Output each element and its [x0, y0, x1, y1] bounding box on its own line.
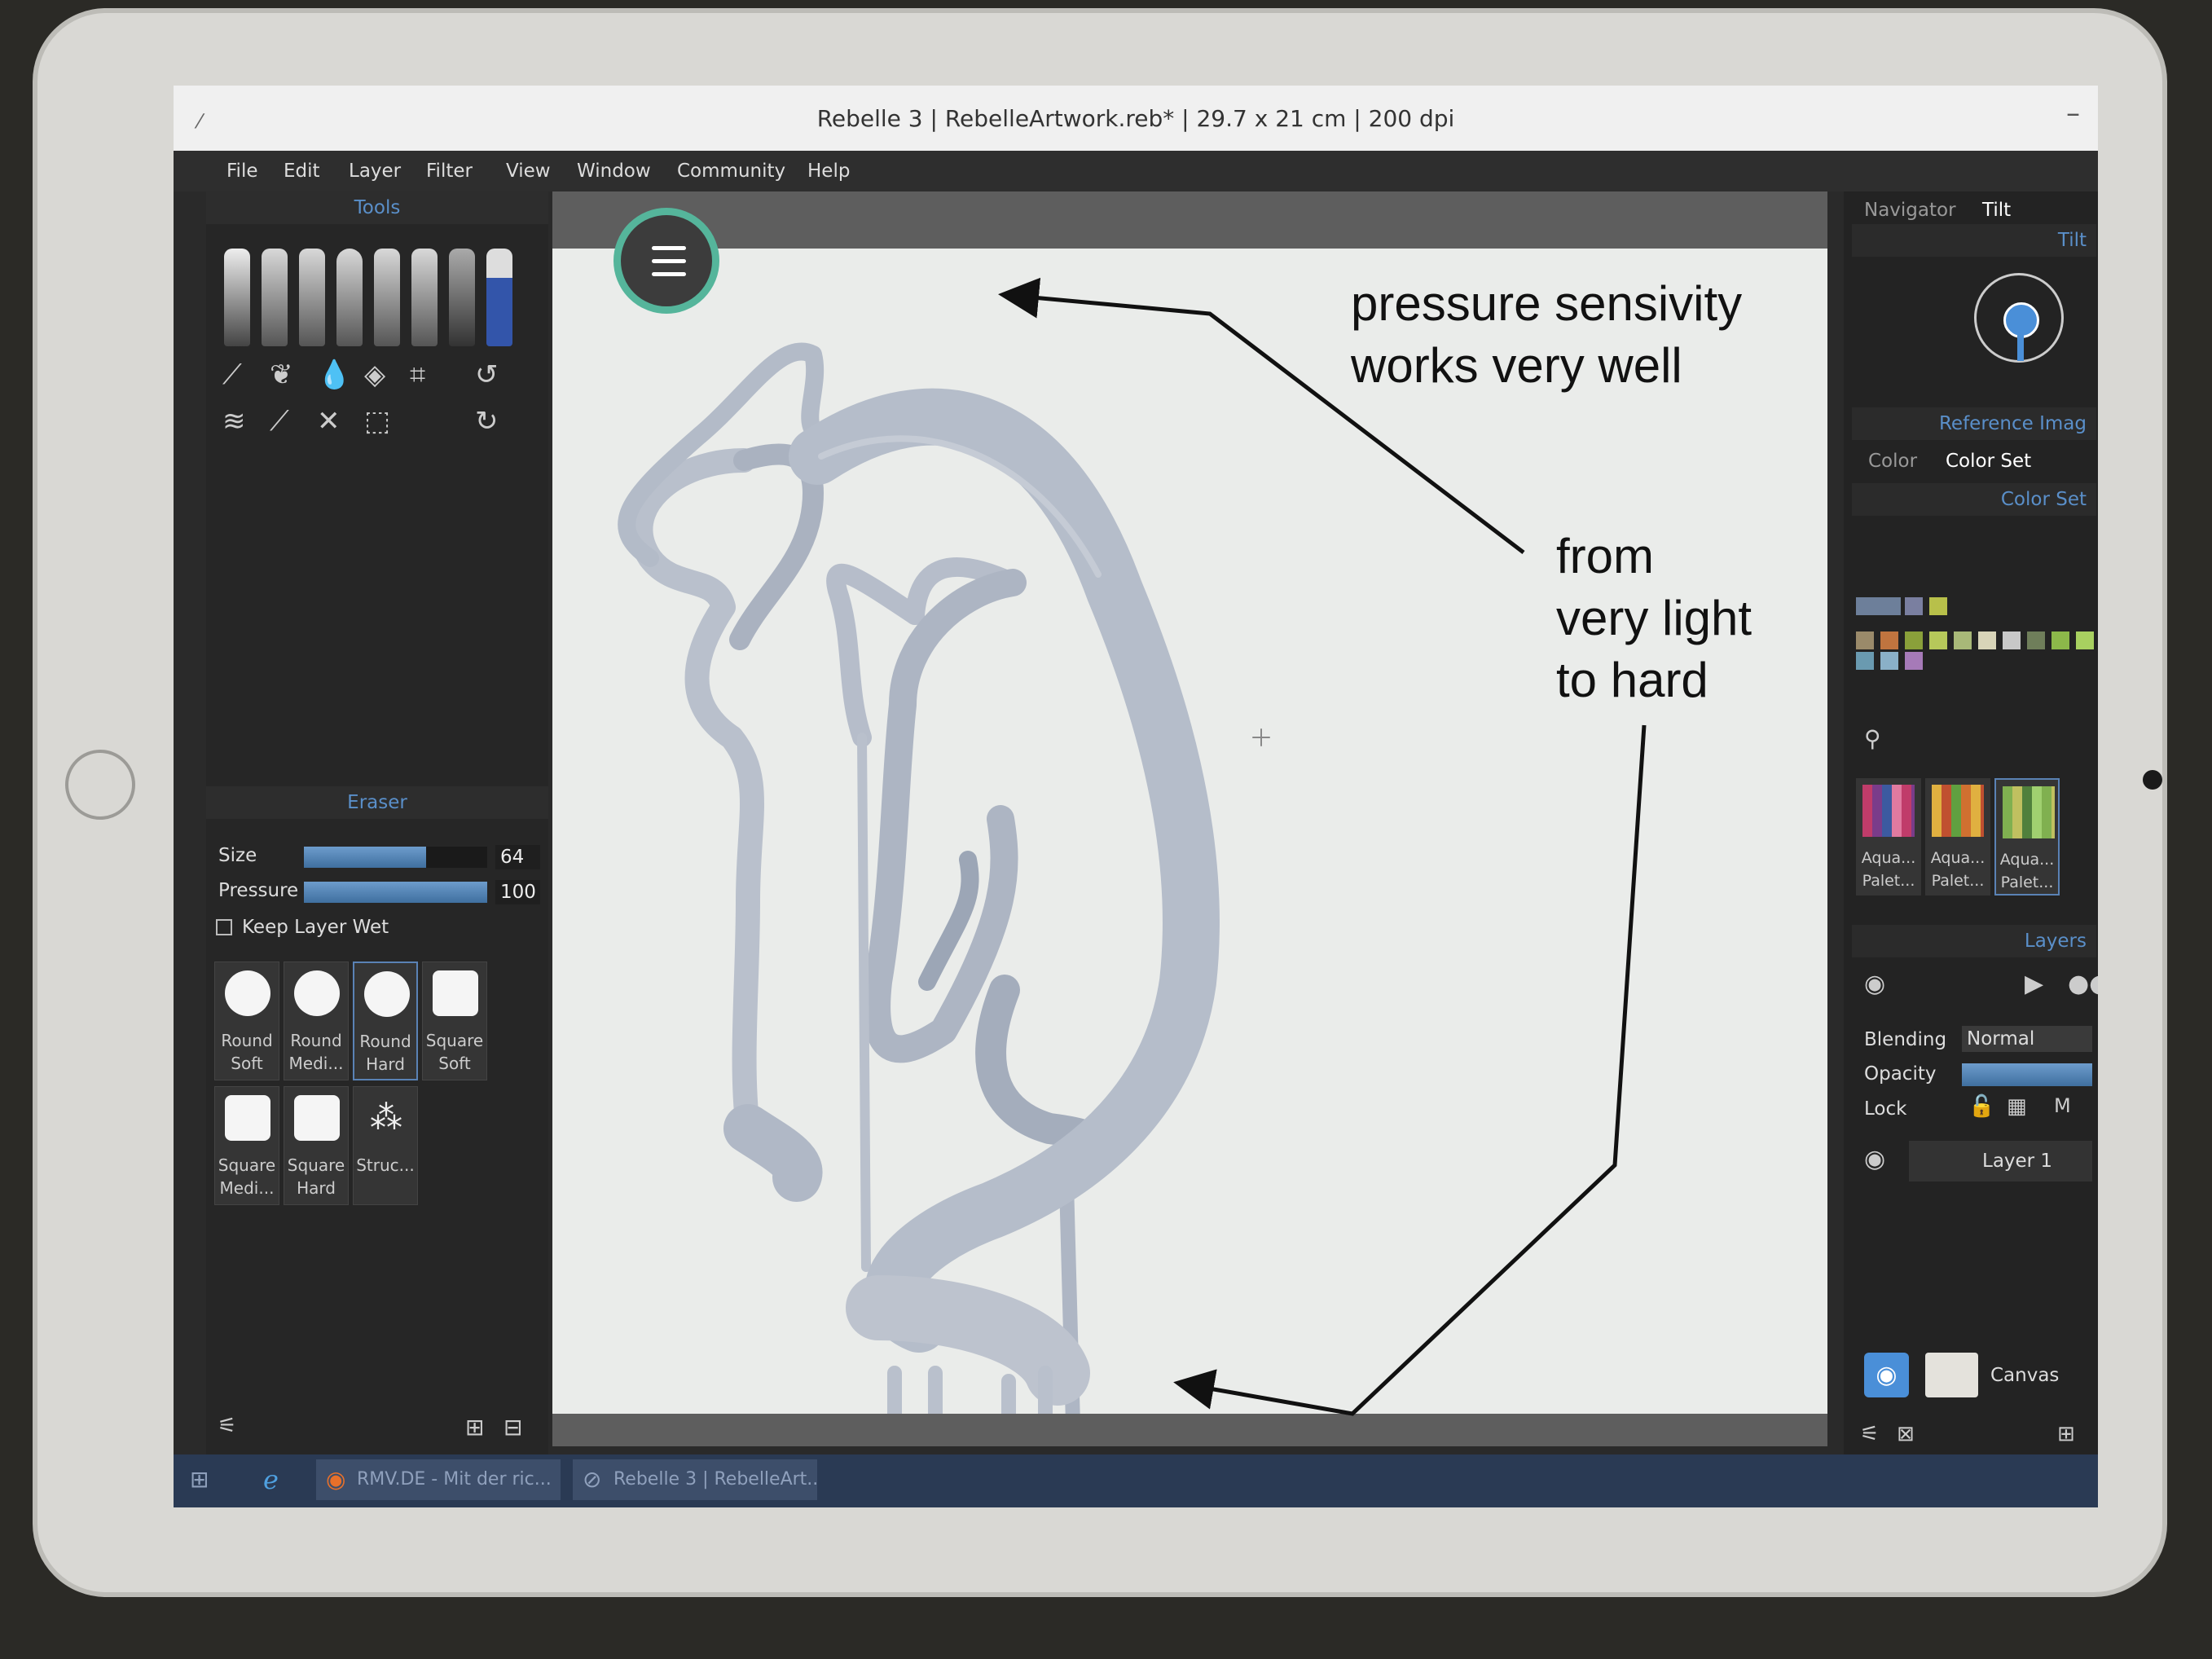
annotation-arrows	[998, 277, 1647, 1416]
arrow-bottom	[1173, 724, 1647, 1416]
arrow-top	[998, 277, 1525, 554]
